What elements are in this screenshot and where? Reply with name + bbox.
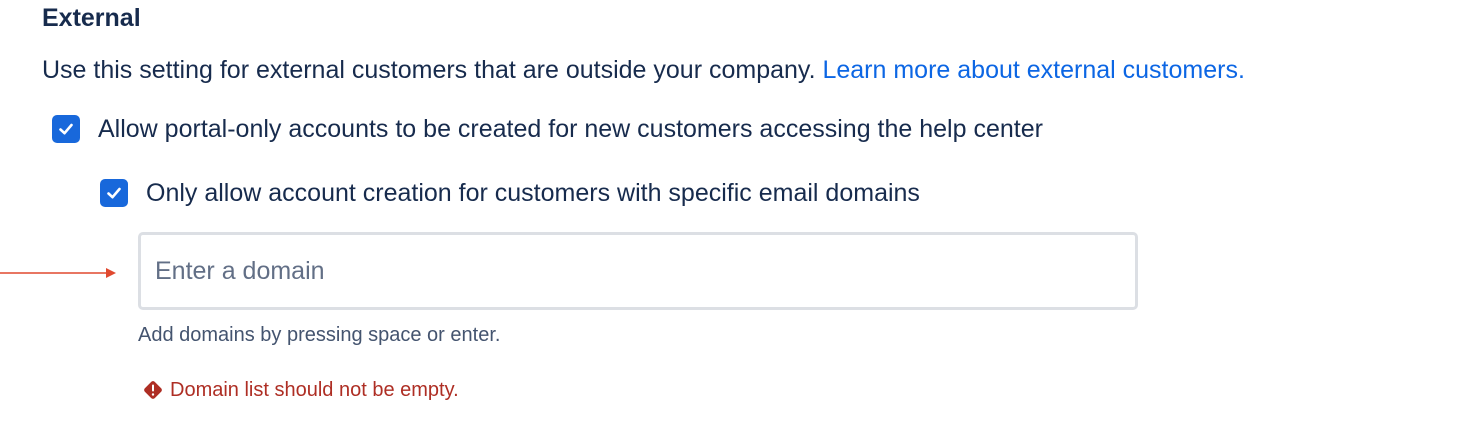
checkmark-icon xyxy=(107,187,121,199)
section-description: Use this setting for external customers … xyxy=(42,54,1245,86)
annotation-arrow-icon xyxy=(0,268,116,278)
description-text: Use this setting for external customers … xyxy=(42,56,823,84)
domain-helper-text: Add domains by pressing space or enter. xyxy=(138,324,501,346)
restrict-email-domains-option[interactable]: Only allow account creation for customer… xyxy=(100,177,920,209)
section-title: External xyxy=(42,4,141,32)
domain-error-message: Domain list should not be empty. xyxy=(142,378,459,402)
restrict-email-domains-checkbox[interactable] xyxy=(100,179,128,207)
domain-error-text: Domain list should not be empty. xyxy=(170,379,459,401)
domain-input[interactable] xyxy=(138,232,1138,310)
allow-portal-only-accounts-label[interactable]: Allow portal-only accounts to be created… xyxy=(98,113,1043,145)
error-icon xyxy=(144,381,162,399)
restrict-email-domains-label[interactable]: Only allow account creation for customer… xyxy=(146,177,920,209)
learn-more-link[interactable]: Learn more about external customers. xyxy=(822,56,1244,84)
allow-portal-only-accounts-checkbox[interactable] xyxy=(52,115,80,143)
checkmark-icon xyxy=(59,123,73,135)
allow-portal-only-accounts-option[interactable]: Allow portal-only accounts to be created… xyxy=(52,113,1043,145)
